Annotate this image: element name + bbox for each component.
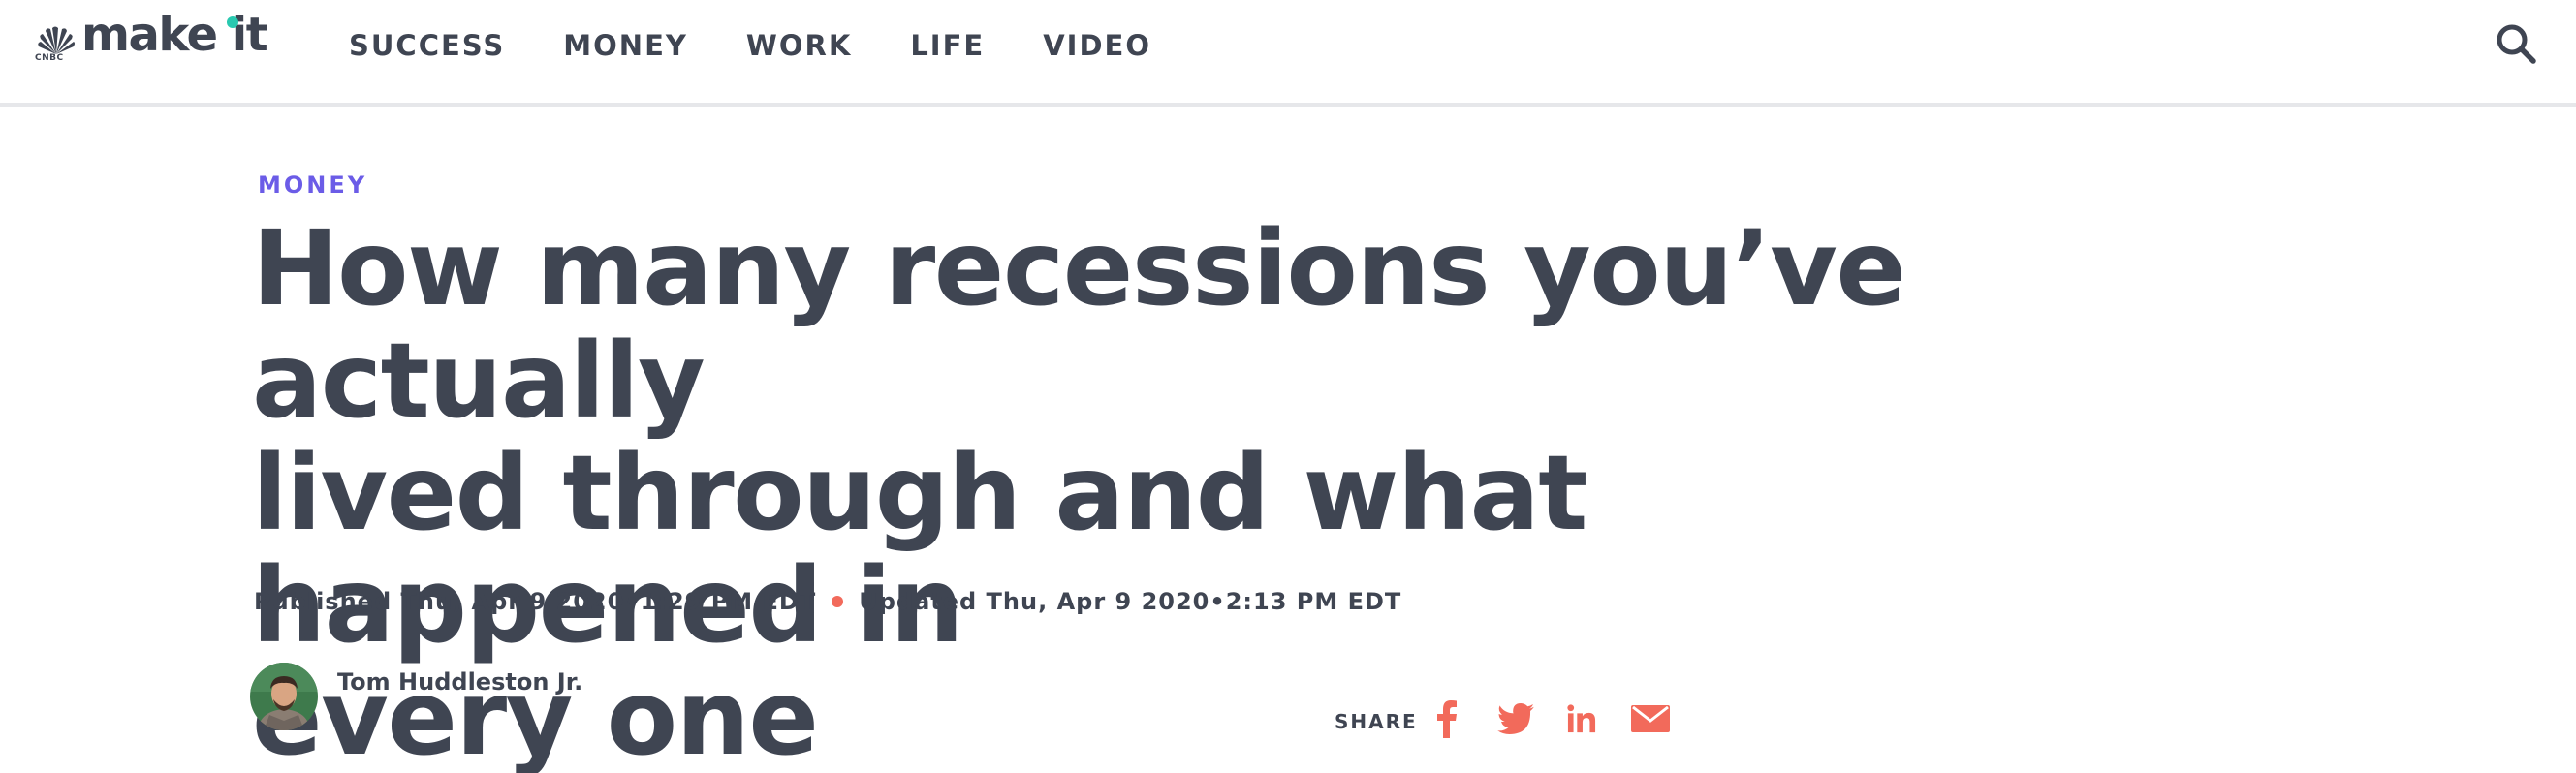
cnbc-parent-tag: CNBC bbox=[35, 53, 64, 63]
author-avatar[interactable] bbox=[250, 663, 318, 730]
nav-item-video[interactable]: VIDEO bbox=[1043, 29, 1151, 62]
nav-item-work[interactable]: WORK bbox=[746, 29, 852, 62]
published-date: Published Thu, Apr 9 2020•1:29 PM EDT bbox=[254, 588, 817, 615]
author-name[interactable]: Tom Huddleston Jr. bbox=[337, 668, 582, 696]
headline-line-1: How many recessions you’ve actually bbox=[252, 209, 1906, 442]
facebook-icon[interactable] bbox=[1436, 699, 1458, 738]
author-photo bbox=[250, 663, 318, 730]
date-separator-dot bbox=[832, 596, 844, 607]
linkedin-icon[interactable] bbox=[1566, 699, 1597, 738]
main-nav: SUCCESS MONEY WORK LIFE VIDEO bbox=[349, 29, 1209, 62]
headline-line-2: lived through and what happened in bbox=[252, 434, 1587, 666]
section-label[interactable]: MONEY bbox=[258, 171, 367, 199]
twitter-icon[interactable] bbox=[1496, 699, 1535, 738]
nav-item-money[interactable]: MONEY bbox=[563, 29, 688, 62]
search-icon[interactable] bbox=[2494, 21, 2538, 66]
nav-item-success[interactable]: SUCCESS bbox=[349, 29, 505, 62]
updated-date: Updated Thu, Apr 9 2020•2:13 PM EDT bbox=[859, 588, 1402, 615]
logo-accent-dot bbox=[227, 16, 238, 28]
email-icon[interactable] bbox=[1631, 699, 1670, 738]
nav-item-life[interactable]: LIFE bbox=[910, 29, 985, 62]
share-label: SHARE bbox=[1335, 710, 1418, 733]
article-dates: Published Thu, Apr 9 2020•1:29 PM EDT Up… bbox=[254, 588, 1401, 615]
site-header: CNBC make it SUCCESS MONEY WORK LIFE VID… bbox=[0, 0, 2576, 107]
make-it-logo[interactable]: make it bbox=[81, 8, 268, 62]
